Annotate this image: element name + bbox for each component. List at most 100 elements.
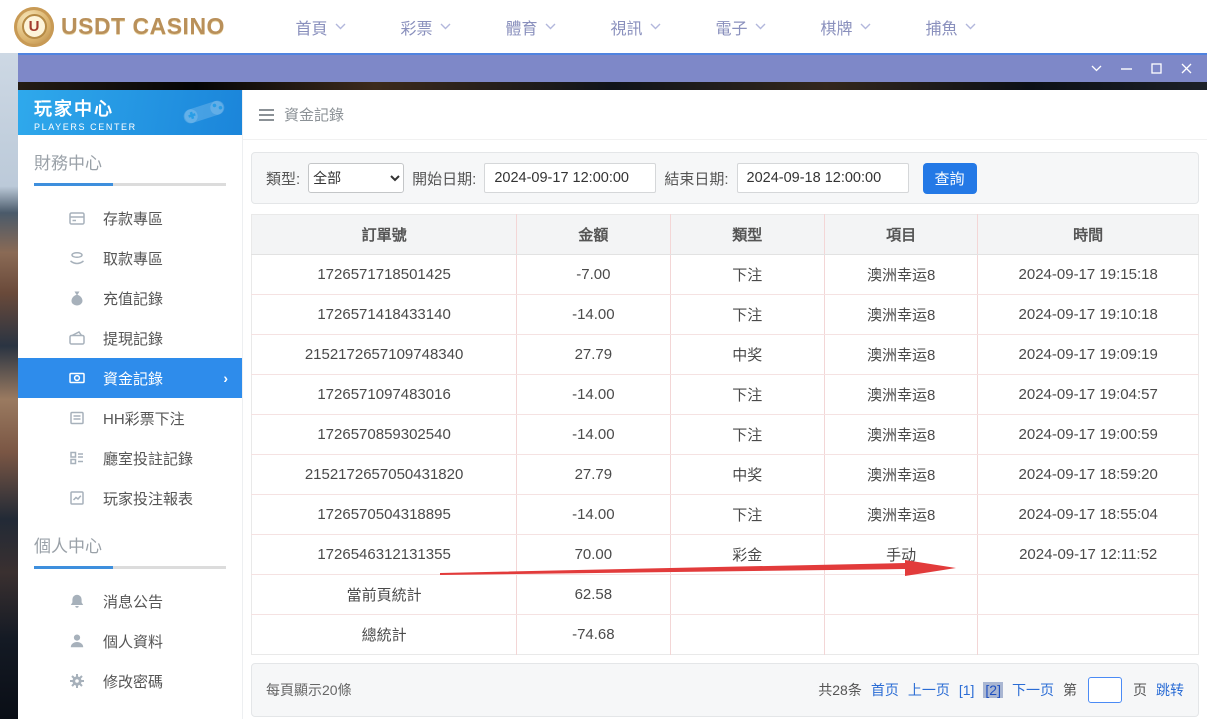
nav-label: 彩票 [400,15,432,39]
cell-item: 澳洲幸运8 [824,335,977,375]
window-close-button[interactable] [1171,55,1201,82]
sidebar-item-label: 充值記錄 [103,288,163,309]
type-label: 類型: [266,168,300,189]
sidebar-item-room-bet-records[interactable]: 廳室投註記錄 [18,438,242,478]
nav-item-sports[interactable]: 體育 [478,15,583,39]
nav-label: 電子 [715,15,747,39]
sidebar: 玩家中心 PLAYERS CENTER 財務中心 存款專區 [18,90,243,719]
start-date-input[interactable] [484,163,656,193]
section-underline [34,566,226,569]
nav-item-cards[interactable]: 棋牌 [793,15,898,39]
cell-order-no: 2152172657109748340 [252,335,517,375]
type-select[interactable]: 全部 [308,163,404,193]
cell-order-no: 2152172657050431820 [252,455,517,495]
cell-amount: -14.00 [517,375,670,415]
chevron-down-icon [650,23,661,30]
section-title-agent: 代理中心 [34,715,226,719]
filter-panel: 類型: 全部 開始日期: 結束日期: 查詢 [251,152,1199,204]
cell-item: 手动 [824,535,977,575]
nav-label: 首頁 [295,15,327,39]
cell-item: 澳洲幸运8 [824,255,977,295]
end-date-input[interactable] [737,163,909,193]
sidebar-item-change-password[interactable]: 修改密碼 [18,661,242,701]
gamepad-icon [178,97,230,127]
cell-item: 澳洲幸运8 [824,375,977,415]
maximize-icon [1151,63,1162,74]
column-time: 時間 [978,215,1199,255]
cell-stats-label: 當前頁統計 [252,575,517,615]
cell-time: 2024-09-17 18:55:04 [978,495,1199,535]
nav-item-slots[interactable]: 電子 [688,15,793,39]
sidebar-item-label: 修改密碼 [103,671,163,692]
cell-type: 下注 [670,375,824,415]
sidebar-item-announcements[interactable]: 消息公告 [18,581,242,621]
pagination: 共28条 首页 上一页 [1] [2] 下一页 第 页 跳转 [818,677,1184,703]
site-header: U USDT CASINO 首頁 彩票 體育 視訊 電子 棋牌 捕魚 [0,0,1207,53]
sidebar-item-funds-records[interactable]: 資金記錄 › [18,358,242,398]
cell-time: 2024-09-17 19:10:18 [978,295,1199,335]
cell-amount: -14.00 [517,295,670,335]
cell-type: 下注 [670,495,824,535]
cell-time: 2024-09-17 12:11:52 [978,535,1199,575]
cell-amount: -14.00 [517,495,670,535]
sidebar-item-label: 消息公告 [103,591,163,612]
cell-item [824,615,977,655]
table-row: 215217265705043182027.79中奖澳洲幸运82024-09-1… [252,455,1199,495]
column-amount: 金額 [517,215,670,255]
cell-amount: 62.58 [517,575,670,615]
menu-icon[interactable] [259,109,274,121]
table-row: 1726571718501425-7.00下注澳洲幸运82024-09-17 1… [252,255,1199,295]
cell-time: 2024-09-17 19:09:19 [978,335,1199,375]
sidebar-item-withdraw-zone[interactable]: 取款專區 [18,238,242,278]
cell-amount: -14.00 [517,415,670,455]
nav-item-fishing[interactable]: 捕魚 [898,15,1003,39]
sidebar-item-profile[interactable]: 個人資料 [18,621,242,661]
player-center-window: 玩家中心 PLAYERS CENTER 財務中心 存款專區 [18,53,1207,719]
sidebar-item-withdrawal-records[interactable]: 提現記錄 [18,318,242,358]
cell-order-no: 1726570504318895 [252,495,517,535]
nav-item-live[interactable]: 視訊 [583,15,688,39]
sidebar-item-label: 提現記錄 [103,328,163,349]
next-page-link[interactable]: 下一页 [1012,680,1054,700]
site-logo[interactable]: U USDT CASINO [0,7,240,47]
withdraw-hand-icon [68,249,86,267]
cash-send-icon [68,329,86,347]
jump-go-link[interactable]: 跳转 [1156,680,1184,700]
sidebar-item-player-bet-report[interactable]: 玩家投注報表 [18,478,242,518]
section-title-personal: 個人中心 [34,532,226,557]
window-maximize-button[interactable] [1141,55,1171,82]
jump-page-input[interactable] [1088,677,1122,703]
window-titlebar [18,53,1207,82]
nav-item-home[interactable]: 首頁 [268,15,373,39]
table-row: 172654631213135570.00彩金手动2024-09-17 12:1… [252,535,1199,575]
sidebar-item-label: HH彩票下注 [103,408,185,429]
page-1-link[interactable]: [1] [959,682,975,698]
room-records-icon [68,449,86,467]
cell-amount: 70.00 [517,535,670,575]
sidebar-item-deposit-zone[interactable]: 存款專區 [18,198,242,238]
deposit-card-icon [68,209,86,227]
coin-letter: U [22,14,47,39]
window-collapse-button[interactable] [1081,55,1111,82]
cell-item: 澳洲幸运8 [824,295,977,335]
close-icon [1181,63,1192,74]
table-row-page-stats: 當前頁統計62.58 [252,575,1199,615]
chevron-down-icon [440,23,451,30]
sidebar-item-hh-lottery-bets[interactable]: HH彩票下注 [18,398,242,438]
table-row: 1726570859302540-14.00下注澳洲幸运82024-09-17 … [252,415,1199,455]
funds-icon [68,369,86,387]
cell-time: 2024-09-17 19:15:18 [978,255,1199,295]
nav-label: 捕魚 [925,15,957,39]
prev-page-link[interactable]: 上一页 [908,680,950,700]
main-panel: 資金記錄 類型: 全部 開始日期: 結束日期: 查詢 [243,90,1207,719]
page-title: 資金記錄 [284,104,344,125]
nav-item-lottery[interactable]: 彩票 [373,15,478,39]
breadcrumb: 資金記錄 [243,90,1207,140]
search-button[interactable]: 查詢 [923,163,977,194]
cell-order-no: 1726546312131355 [252,535,517,575]
first-page-link[interactable]: 首页 [871,680,899,700]
window-minimize-button[interactable] [1111,55,1141,82]
cell-type: 中奖 [670,455,824,495]
sidebar-item-recharge-records[interactable]: 充值記錄 [18,278,242,318]
page-2-current[interactable]: [2] [983,682,1003,698]
